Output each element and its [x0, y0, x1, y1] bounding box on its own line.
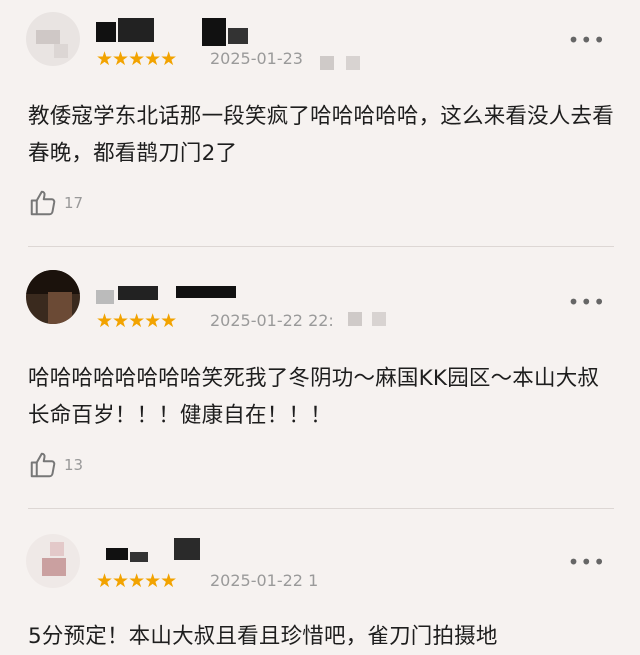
- review-content: 哈哈哈哈哈哈哈哈笑死我了冬阴功～麻国KK园区～本山大叔长命百岁！！！健康自在！！…: [28, 366, 600, 428]
- review-date: 2025-01-22 22:: [210, 311, 334, 330]
- review-content: 教倭寇学东北话那一段笑疯了哈哈哈哈哈，这么来看没人去看春晚，都看鹊刀门2了: [28, 104, 614, 166]
- username[interactable]: [96, 282, 316, 312]
- review-date: 2025-01-22 1: [210, 571, 319, 590]
- review-content: 5分预定！本山大叔且看且珍惜吧，雀刀门拍摄地: [28, 624, 498, 649]
- thumbs-up-icon: [30, 452, 56, 478]
- like-count: 17: [64, 194, 84, 212]
- more-icon[interactable]: •••: [568, 30, 606, 50]
- divider: [28, 508, 614, 509]
- like-count: 13: [64, 456, 84, 474]
- mosaic: [320, 56, 334, 70]
- avatar[interactable]: [26, 534, 80, 588]
- avatar[interactable]: [26, 270, 80, 324]
- mosaic: [372, 312, 386, 326]
- review-date: 2025-01-23: [210, 49, 303, 68]
- more-icon[interactable]: •••: [568, 292, 606, 312]
- username[interactable]: [96, 14, 316, 46]
- mosaic: [348, 312, 362, 326]
- thumbs-up-icon: [30, 190, 56, 216]
- rating-stars: ★★★★★: [96, 310, 177, 332]
- username[interactable]: [96, 538, 316, 568]
- avatar[interactable]: [26, 12, 80, 66]
- mosaic: [346, 56, 360, 70]
- like-button[interactable]: 17: [28, 188, 83, 218]
- rating-stars: ★★★★★: [96, 48, 177, 70]
- like-button[interactable]: 13: [28, 450, 83, 480]
- rating-stars: ★★★★★: [96, 570, 177, 592]
- divider: [28, 246, 614, 247]
- more-icon[interactable]: •••: [568, 552, 606, 572]
